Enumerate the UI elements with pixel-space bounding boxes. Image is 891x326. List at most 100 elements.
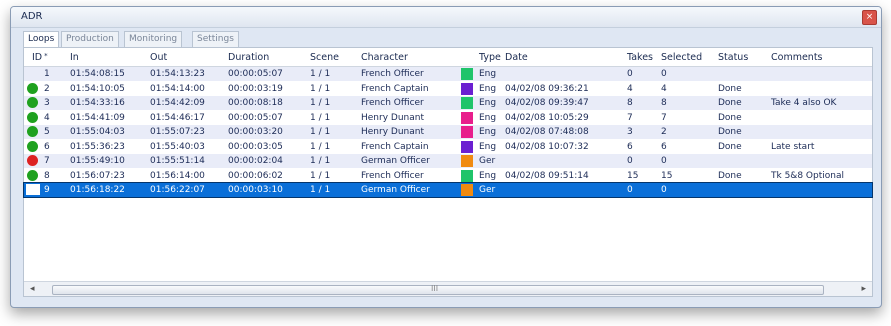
cell-selected: 2 xyxy=(661,127,667,137)
table-row[interactable]: 8 01:56:07:23 01:56:14:00 00:00:06:02 1 / 1 F… xyxy=(24,169,872,183)
cell-date: 04/02/08 09:36:21 xyxy=(505,83,589,94)
cell-duration: 00:00:06:02 xyxy=(228,170,283,181)
cell-duration: 00:00:08:18 xyxy=(228,98,283,108)
cell-out: 01:56:22:07 xyxy=(150,185,205,195)
horizontal-scrollbar[interactable]: ◂ III ▸ xyxy=(24,281,872,296)
table-row[interactable]: 5 01:55:04:03 01:55:07:23 00:00:03:20 1 / 1 H… xyxy=(24,125,872,139)
cell-in: 01:55:04:03 xyxy=(70,127,125,137)
table-row[interactable]: 1 01:54:08:15 01:54:13:23 00:00:05:07 1 / 1 F… xyxy=(24,67,872,81)
character-color-swatch xyxy=(461,126,473,138)
cell-date: 04/02/08 10:05:29 xyxy=(505,112,589,123)
cell-status: Done xyxy=(718,170,742,181)
cell-character: French Officer xyxy=(361,98,424,108)
cell-selected: 4 xyxy=(661,83,667,94)
column-header-selected[interactable]: Selected xyxy=(661,52,702,63)
cell-out: 01:56:14:00 xyxy=(150,170,205,181)
cell-takes: 8 xyxy=(627,98,633,108)
column-header-character[interactable]: Character xyxy=(361,52,408,63)
tab-production[interactable]: Production xyxy=(61,31,119,47)
character-color-swatch xyxy=(461,111,473,124)
cell-scene: 1 / 1 xyxy=(310,69,331,79)
column-header-takes[interactable]: Takes xyxy=(627,52,653,63)
sort-indicator: * xyxy=(44,52,48,60)
cell-takes: 0 xyxy=(627,156,633,166)
cell-out: 01:55:51:14 xyxy=(150,156,205,166)
grip-icon: III xyxy=(431,284,439,293)
tab-monitoring[interactable]: Monitoring xyxy=(124,31,183,47)
window-title: ADR xyxy=(21,11,43,22)
cell-status: Done xyxy=(718,98,742,108)
cell-in: 01:56:18:22 xyxy=(70,185,125,195)
cell-scene: 1 / 1 xyxy=(310,112,331,123)
cell-takes: 4 xyxy=(627,83,633,94)
cell-type: Ger xyxy=(479,156,496,166)
cell-selected: 0 xyxy=(661,156,667,166)
table-row[interactable]: 9 01:56:18:22 01:56:22:07 00:00:03:10 1 / 1 G… xyxy=(23,182,873,198)
cell-date: 04/02/08 09:39:47 xyxy=(505,98,589,108)
cell-duration: 00:00:03:10 xyxy=(228,185,283,195)
column-header-in[interactable]: In xyxy=(70,52,79,63)
cell-in: 01:54:33:16 xyxy=(70,98,125,108)
cell-comments: Take 4 also OK xyxy=(771,98,837,108)
table-row[interactable]: 4 01:54:41:09 01:54:46:17 00:00:05:07 1 / 1 H… xyxy=(24,111,872,125)
cell-takes: 6 xyxy=(627,141,633,152)
cell-type: Eng xyxy=(479,83,497,94)
scroll-right-icon[interactable]: ▸ xyxy=(861,284,866,294)
loops-grid: ID * In Out Duration Scene Character Type… xyxy=(23,47,873,297)
cell-takes: 0 xyxy=(627,185,633,195)
tab-settings[interactable]: Settings xyxy=(192,31,239,47)
scrollbar-thumb[interactable]: III xyxy=(52,284,824,295)
character-color-swatch xyxy=(461,169,473,182)
cell-id: 2 xyxy=(44,83,50,94)
cell-in: 01:55:49:10 xyxy=(70,156,125,166)
column-header-id[interactable]: ID * xyxy=(32,52,48,63)
character-color-swatch xyxy=(461,82,473,95)
character-color-swatch xyxy=(461,155,473,167)
close-icon: × xyxy=(865,12,874,22)
cell-character: French Captain xyxy=(361,83,429,94)
close-button[interactable]: × xyxy=(862,10,877,25)
column-header-duration[interactable]: Duration xyxy=(228,52,269,63)
column-header-out[interactable]: Out xyxy=(150,52,167,63)
column-header-status[interactable]: Status xyxy=(718,52,748,63)
scroll-left-icon[interactable]: ◂ xyxy=(30,284,35,294)
cell-selected: 8 xyxy=(661,98,667,108)
cell-scene: 1 / 1 xyxy=(310,141,331,152)
column-header-comments[interactable]: Comments xyxy=(771,52,823,63)
cell-duration: 00:00:03:20 xyxy=(228,127,283,137)
cell-scene: 1 / 1 xyxy=(310,83,331,94)
status-dot-icon xyxy=(27,111,38,123)
cell-id: 8 xyxy=(44,170,50,181)
cell-date: 04/02/08 09:51:14 xyxy=(505,170,589,181)
cell-character: Henry Dunant xyxy=(361,112,424,123)
cell-comments: Tk 5&8 Optional xyxy=(771,170,844,181)
cell-in: 01:54:41:09 xyxy=(70,112,125,123)
cell-duration: 00:00:03:05 xyxy=(228,141,283,152)
cell-selected: 6 xyxy=(661,141,667,152)
status-dot-icon xyxy=(27,97,38,108)
column-header-date[interactable]: Date xyxy=(505,52,528,63)
tab-loops[interactable]: Loops xyxy=(23,31,60,48)
status-checkbox[interactable] xyxy=(26,184,40,195)
cell-in: 01:54:10:05 xyxy=(70,83,125,94)
character-color-swatch xyxy=(461,184,473,196)
cell-date: 04/02/08 07:48:08 xyxy=(505,127,589,137)
column-header-scene[interactable]: Scene xyxy=(310,52,339,63)
table-row[interactable]: 3 01:54:33:16 01:54:42:09 00:00:08:18 1 / 1 F… xyxy=(24,96,872,110)
cell-id: 3 xyxy=(44,98,50,108)
cell-in: 01:55:36:23 xyxy=(70,141,125,152)
table-row[interactable]: 2 01:54:10:05 01:54:14:00 00:00:03:19 1 / 1 F… xyxy=(24,82,872,96)
cell-character: French Officer xyxy=(361,170,424,181)
cell-in: 01:56:07:23 xyxy=(70,170,125,181)
cell-in: 01:54:08:15 xyxy=(70,69,125,79)
table-row[interactable]: 7 01:55:49:10 01:55:51:14 00:00:02:04 1 / 1 G… xyxy=(24,154,872,168)
cell-duration: 00:00:02:04 xyxy=(228,156,283,166)
cell-character: French Officer xyxy=(361,69,424,79)
cell-type: Eng xyxy=(479,112,497,123)
cell-out: 01:55:07:23 xyxy=(150,127,205,137)
table-row[interactable]: 6 01:55:36:23 01:55:40:03 00:00:03:05 1 / 1 F… xyxy=(24,140,872,154)
cell-out: 01:54:46:17 xyxy=(150,112,205,123)
cell-takes: 15 xyxy=(627,170,639,181)
cell-character: German Officer xyxy=(361,156,430,166)
column-header-type[interactable]: Type xyxy=(479,52,501,63)
